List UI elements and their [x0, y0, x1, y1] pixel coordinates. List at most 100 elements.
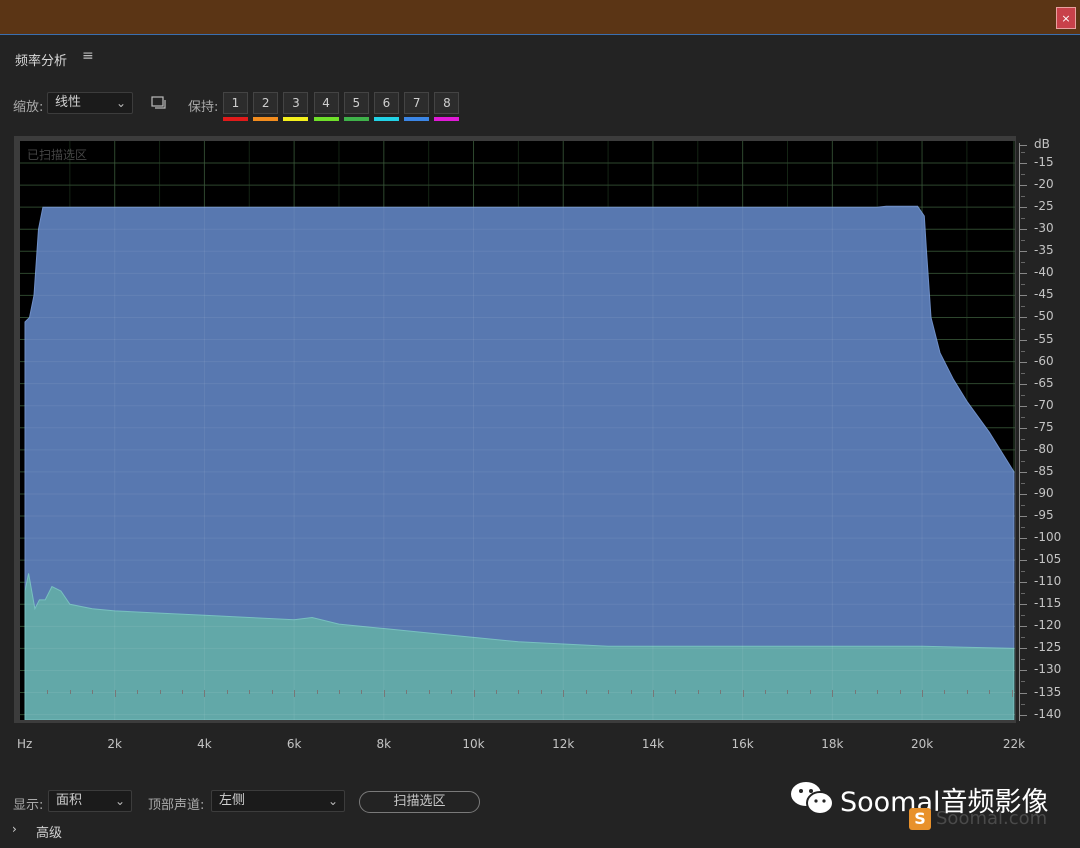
- y-tick-label: -70: [1034, 397, 1054, 412]
- x-tick-label: 16k: [731, 737, 754, 751]
- y-minor-tick: [1021, 659, 1025, 661]
- y-tick: [1019, 471, 1027, 473]
- zoom-select-value: 线性: [55, 95, 82, 110]
- display-label: 显示:: [13, 798, 44, 813]
- y-tick: [1019, 493, 1027, 495]
- x-unit-label: Hz: [17, 737, 33, 751]
- y-tick: [1019, 692, 1027, 694]
- x-tick: [1011, 690, 1013, 697]
- y-tick: [1019, 560, 1027, 562]
- top-channel-label: 顶部声道:: [148, 798, 205, 813]
- hold-color-6: [374, 117, 399, 121]
- x-tick-label: 4k: [197, 737, 212, 751]
- display-select[interactable]: 面积 ⌄: [48, 790, 132, 812]
- x-tick: [47, 690, 49, 694]
- x-tick: [854, 690, 856, 694]
- x-tick: [204, 690, 206, 697]
- x-tick: [114, 690, 116, 697]
- x-tick-label: 14k: [641, 737, 665, 751]
- soomal-logo-icon: S: [909, 808, 931, 830]
- hold-color-3: [283, 117, 309, 121]
- x-tick: [428, 690, 430, 694]
- x-tick: [652, 690, 654, 697]
- hold-slot-7[interactable]: 7: [404, 92, 430, 114]
- x-tick: [338, 690, 340, 694]
- y-tick: [1019, 361, 1027, 363]
- y-minor-tick: [1021, 284, 1025, 286]
- y-minor-tick: [1021, 372, 1025, 374]
- x-tick: [294, 690, 296, 697]
- y-tick-label: -130: [1034, 662, 1062, 677]
- hold-color-7: [404, 117, 430, 121]
- x-tick: [361, 690, 363, 694]
- x-tick-label: 10k: [462, 737, 485, 751]
- top-channel-select[interactable]: 左侧 ⌄: [211, 790, 345, 812]
- chevron-right-icon[interactable]: ›: [12, 822, 17, 836]
- x-tick: [742, 690, 744, 697]
- x-tick: [944, 690, 946, 694]
- x-tick-label: 2k: [107, 737, 122, 751]
- hold-color-8: [434, 117, 460, 121]
- y-tick-label: -140: [1034, 706, 1062, 721]
- advanced-toggle[interactable]: 高级: [36, 822, 62, 841]
- hamburger-menu-icon[interactable]: ≡: [82, 48, 94, 64]
- y-tick: [1019, 251, 1027, 253]
- y-tick-label: -100: [1034, 530, 1062, 545]
- y-tick-label: -50: [1034, 309, 1054, 324]
- y-tick-label: -15: [1034, 155, 1054, 170]
- x-tick: [989, 690, 991, 694]
- y-minor-tick: [1021, 306, 1025, 308]
- chevron-down-icon: ⌄: [327, 794, 338, 808]
- y-minor-tick: [1021, 460, 1025, 462]
- y-tick-label: -25: [1034, 199, 1054, 214]
- y-tick: [1019, 207, 1027, 209]
- y-tick-label: -75: [1034, 419, 1054, 434]
- hold-color-4: [313, 117, 339, 121]
- y-minor-tick: [1021, 394, 1025, 396]
- x-tick: [383, 690, 385, 697]
- y-tick: [1019, 582, 1027, 584]
- x-tick: [316, 690, 318, 694]
- y-unit-label: dB: [1034, 137, 1050, 151]
- close-button[interactable]: ×: [1056, 7, 1076, 29]
- x-tick: [540, 690, 542, 694]
- y-minor-tick: [1021, 240, 1025, 242]
- hold-slot-4[interactable]: 4: [313, 92, 339, 114]
- hold-slot-5[interactable]: 5: [343, 92, 369, 114]
- hold-color-2: [253, 117, 279, 121]
- y-tick: [1019, 317, 1027, 319]
- panel-title: 频率分析: [15, 54, 68, 69]
- y-minor-tick: [1021, 196, 1025, 198]
- y-minor-tick: [1021, 438, 1025, 440]
- y-minor-tick: [1021, 505, 1025, 506]
- x-tick: [966, 690, 968, 694]
- x-tick: [787, 690, 789, 694]
- y-tick: [1019, 538, 1027, 540]
- hold-slot-8[interactable]: 8: [434, 92, 460, 114]
- zoom-select[interactable]: 线性 ⌄: [47, 92, 133, 114]
- scan-selection-button[interactable]: 扫描选区: [359, 791, 480, 813]
- x-tick: [765, 690, 767, 694]
- y-tick-label: -35: [1034, 243, 1054, 258]
- hold-slot-1[interactable]: 1: [223, 92, 248, 114]
- y-minor-tick: [1021, 681, 1025, 683]
- title-bar: ×: [0, 0, 1080, 34]
- y-tick: [1019, 714, 1027, 716]
- snapshot-icon[interactable]: [151, 96, 167, 110]
- x-tick: [630, 690, 632, 694]
- y-tick: [1019, 145, 1027, 146]
- y-tick: [1019, 383, 1027, 385]
- x-tick: [271, 690, 273, 694]
- watermark-subtext: Soomal.com: [936, 808, 1048, 829]
- x-tick-label: 22k: [1002, 737, 1026, 751]
- display-select-value: 面积: [56, 793, 83, 808]
- y-tick-label: -85: [1034, 463, 1054, 478]
- zoom-label: 缩放:: [13, 100, 44, 115]
- y-minor-tick: [1021, 174, 1025, 176]
- y-tick-label: -60: [1034, 353, 1054, 368]
- x-tick: [406, 690, 408, 694]
- hold-slot-3[interactable]: 3: [283, 92, 309, 114]
- y-tick-label: -110: [1034, 574, 1062, 589]
- hold-slot-2[interactable]: 2: [253, 92, 279, 114]
- hold-slot-6[interactable]: 6: [374, 92, 399, 114]
